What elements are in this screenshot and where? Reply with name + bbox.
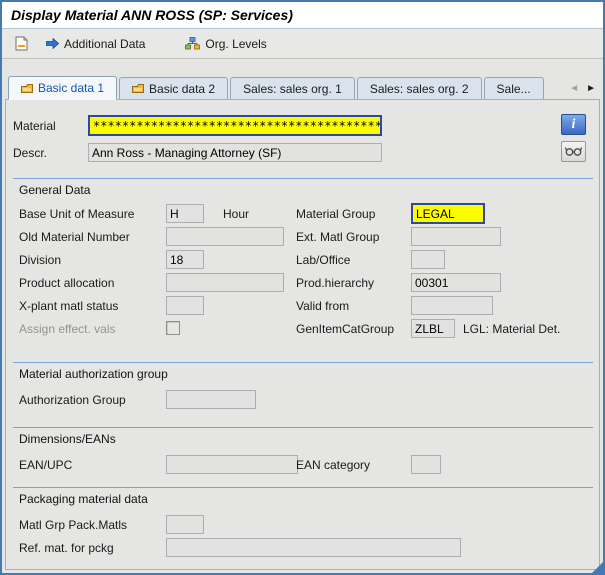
tab-basic-data-2[interactable]: Basic data 2 xyxy=(119,77,228,99)
gen-item-cat-field[interactable]: ZLBL xyxy=(411,319,455,338)
tab-scroll-controls: ◄ ► xyxy=(569,84,596,94)
page-title: Display Material ANN ROSS (SP: Services) xyxy=(11,7,293,23)
check-screen-button[interactable] xyxy=(9,33,34,54)
section-divider xyxy=(13,427,593,428)
division-field[interactable]: 18 xyxy=(166,250,204,269)
authorization-title: Material authorization group xyxy=(19,367,168,381)
row-descr: Descr. Ann Ross - Managing Attorney (SF) xyxy=(6,143,599,164)
auth-group-field[interactable] xyxy=(166,390,256,409)
row-old-material: Old Material Number Ext. Matl Group xyxy=(6,227,599,248)
tab-scroll-left-icon[interactable]: ◄ xyxy=(569,84,579,94)
row-division: Division 18 Lab/Office xyxy=(6,250,599,271)
row-matl-grp-pack: Matl Grp Pack.Matls xyxy=(6,515,599,536)
matl-grp-pack-field[interactable] xyxy=(166,515,204,534)
resize-grip[interactable] xyxy=(592,562,603,573)
product-allocation-label: Product allocation xyxy=(19,276,114,290)
section-divider xyxy=(13,362,593,363)
valid-from-label: Valid from xyxy=(296,299,349,313)
arrow-right-icon xyxy=(46,38,59,49)
row-assign-effect: Assign effect. vals GenItemCatGroup ZLBL… xyxy=(6,319,599,340)
sap-window: Display Material ANN ROSS (SP: Services)… xyxy=(0,0,605,575)
tab-label: Basic data 2 xyxy=(149,82,215,96)
auth-group-label: Authorization Group xyxy=(19,393,126,407)
xplant-status-label: X-plant matl status xyxy=(19,299,118,313)
additional-data-button[interactable]: Additional Data xyxy=(40,34,151,54)
packaging-title: Packaging material data xyxy=(19,492,148,506)
tab-icon xyxy=(21,83,33,94)
tab-label: Basic data 1 xyxy=(38,81,104,95)
titlebar: Display Material ANN ROSS (SP: Services) xyxy=(2,2,603,29)
ean-upc-field[interactable] xyxy=(166,455,298,474)
descr-label: Descr. xyxy=(13,146,47,160)
row-ref-mat: Ref. mat. for pckg xyxy=(6,538,599,559)
valid-from-field[interactable] xyxy=(411,296,493,315)
matl-grp-pack-label: Matl Grp Pack.Matls xyxy=(19,518,127,532)
tab-label: Sales: sales org. 1 xyxy=(243,82,342,96)
row-base-unit: Base Unit of Measure H Hour Material Gro… xyxy=(6,204,599,225)
material-group-label: Material Group xyxy=(296,207,375,221)
prod-hierarchy-field[interactable]: 00301 xyxy=(411,273,501,292)
tab-label: Sales: sales org. 2 xyxy=(370,82,469,96)
section-divider xyxy=(13,178,593,179)
org-chart-icon xyxy=(185,37,200,50)
prod-hierarchy-label: Prod.hierarchy xyxy=(296,276,374,290)
row-xplant-status: X-plant matl status Valid from xyxy=(6,296,599,317)
additional-data-label: Additional Data xyxy=(64,37,145,51)
old-material-field[interactable] xyxy=(166,227,284,246)
ref-mat-label: Ref. mat. for pckg xyxy=(19,541,114,555)
gen-item-cat-label: GenItemCatGroup xyxy=(296,322,394,336)
old-material-label: Old Material Number xyxy=(19,230,130,244)
display-text-button[interactable] xyxy=(561,141,586,162)
base-unit-text: Hour xyxy=(223,207,249,221)
row-product-allocation: Product allocation Prod.hierarchy 00301 xyxy=(6,273,599,294)
tab-basic-data-1[interactable]: Basic data 1 xyxy=(8,76,117,100)
ref-mat-field[interactable] xyxy=(166,538,461,557)
assign-effect-label: Assign effect. vals xyxy=(19,322,116,336)
info-button[interactable]: i xyxy=(561,114,586,135)
section-divider xyxy=(13,487,593,488)
xplant-status-field[interactable] xyxy=(166,296,204,315)
base-unit-label: Base Unit of Measure xyxy=(19,207,134,221)
assign-effect-vals-checkbox xyxy=(166,321,180,335)
tab-icon xyxy=(132,83,144,94)
basic-data-1-panel: Material *******************************… xyxy=(5,99,600,570)
dimensions-title: Dimensions/EANs xyxy=(19,432,116,446)
lab-office-field[interactable] xyxy=(411,250,445,269)
org-levels-label: Org. Levels xyxy=(205,37,266,51)
ean-category-field[interactable] xyxy=(411,455,441,474)
document-icon xyxy=(15,36,28,51)
general-data-title: General Data xyxy=(19,183,90,197)
lab-office-label: Lab/Office xyxy=(296,253,350,267)
ean-upc-label: EAN/UPC xyxy=(19,458,72,472)
tab-label: Sale... xyxy=(497,82,531,96)
ean-category-label: EAN category xyxy=(296,458,370,472)
division-label: Division xyxy=(19,253,61,267)
material-label: Material xyxy=(13,119,56,133)
tab-sales-truncated[interactable]: Sale... xyxy=(484,77,544,99)
tab-scroll-right-icon[interactable]: ► xyxy=(586,84,596,94)
toolbar: Additional Data Org. Levels xyxy=(2,29,603,59)
product-allocation-field[interactable] xyxy=(166,273,284,292)
descr-field[interactable]: Ann Ross - Managing Attorney (SF) xyxy=(88,143,382,162)
base-unit-field[interactable]: H xyxy=(166,204,204,223)
glasses-icon xyxy=(565,146,582,157)
org-levels-button[interactable]: Org. Levels xyxy=(179,34,272,54)
ext-matl-group-label: Ext. Matl Group xyxy=(296,230,379,244)
material-field[interactable]: **************************************** xyxy=(88,115,382,136)
row-ean: EAN/UPC EAN category xyxy=(6,455,599,476)
row-auth-group: Authorization Group xyxy=(6,390,599,411)
gen-item-cat-text: LGL: Material Det. xyxy=(463,322,560,336)
info-icon: i xyxy=(572,117,576,133)
ext-matl-group-field[interactable] xyxy=(411,227,501,246)
row-material: Material *******************************… xyxy=(6,116,599,137)
tabstrip: Basic data 1 Basic data 2 Sales: sales o… xyxy=(2,75,603,99)
tab-sales-org-2[interactable]: Sales: sales org. 2 xyxy=(357,77,482,99)
tab-sales-org-1[interactable]: Sales: sales org. 1 xyxy=(230,77,355,99)
material-group-field[interactable]: LEGAL xyxy=(411,203,485,224)
